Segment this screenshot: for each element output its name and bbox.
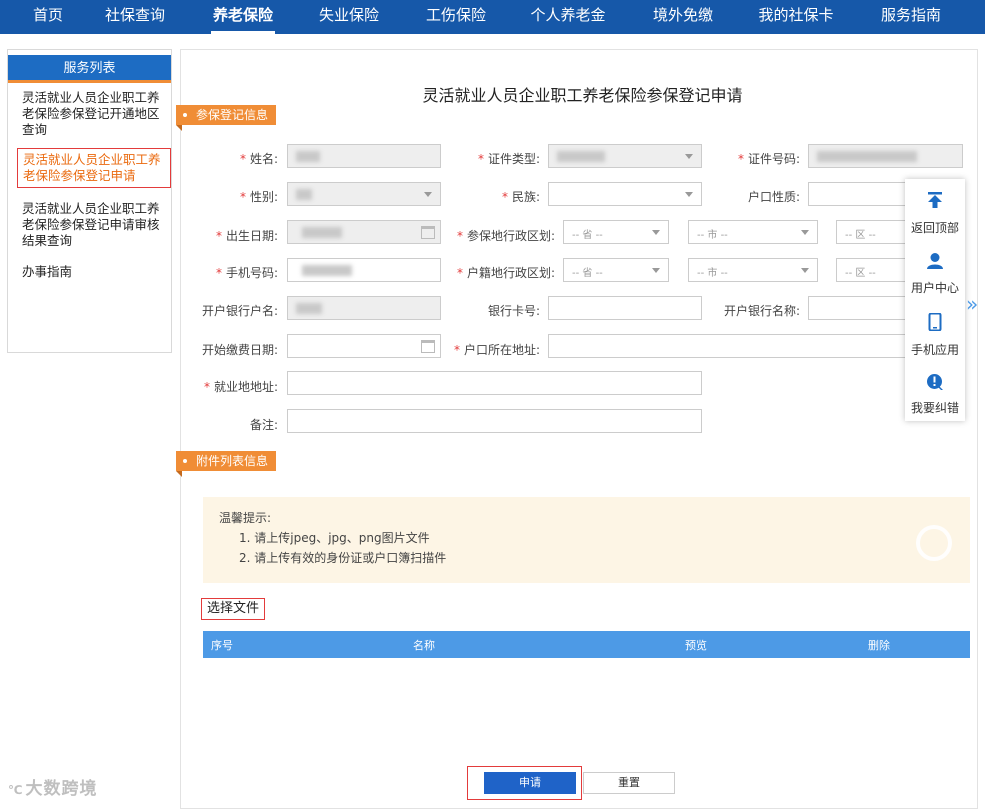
id-number-field[interactable]: [808, 144, 963, 168]
work-address-label: * 就业地地址:: [203, 380, 278, 394]
bank-name-label: 开户银行名称:: [723, 304, 800, 318]
phone-field[interactable]: [287, 258, 441, 282]
bank-card-field[interactable]: [548, 296, 702, 320]
user-icon: [927, 253, 943, 269]
section-label: 附件列表信息: [196, 454, 269, 468]
bank-name-field[interactable]: [808, 296, 908, 320]
hukou-city-select[interactable]: -- 市 --: [688, 258, 818, 282]
sidebar-title: 服务列表: [8, 55, 171, 83]
sidebar-item-guide[interactable]: 办事指南: [22, 264, 162, 280]
col-preview: 预览: [685, 639, 707, 652]
birth-label: * 出生日期:: [215, 229, 278, 243]
page-title: 灵活就业人员企业职工养老保险参保登记申请: [422, 86, 743, 105]
col-delete: 删除: [868, 639, 890, 652]
start-pay-date-field[interactable]: [287, 334, 441, 358]
watermark-logo: ℃ 大数跨境: [8, 779, 98, 799]
hukou-type-label: 户口性质:: [747, 190, 800, 204]
gender-label: * 性别:: [239, 190, 278, 204]
id-number-label: * 证件号码:: [737, 152, 800, 166]
section-label: 参保登记信息: [196, 108, 269, 122]
back-to-top-icon: [928, 192, 942, 208]
choose-file-button[interactable]: 选择文件: [201, 598, 266, 620]
back-to-top-link[interactable]: 返回顶部: [905, 219, 965, 236]
section-registration-info: 参保登记信息: [176, 105, 277, 131]
hukou-region-label: * 户籍地行政区划:: [456, 266, 555, 280]
reset-button[interactable]: 重置: [583, 772, 675, 794]
nav-unemployment[interactable]: 失业保险: [317, 0, 381, 34]
name-label: * 姓名:: [239, 152, 278, 166]
lightbulb-icon: [916, 525, 952, 561]
hukou-address-label: * 户口所在地址:: [453, 343, 540, 357]
mobile-app-link[interactable]: 手机应用: [905, 341, 965, 358]
hukou-district-select[interactable]: -- 区 --: [836, 258, 908, 282]
col-index: 序号: [211, 639, 233, 652]
nav-home[interactable]: 首页: [28, 0, 68, 34]
birth-date-field[interactable]: [287, 220, 441, 244]
bank-card-label: 银行卡号:: [487, 304, 540, 318]
nav-personal-pension[interactable]: 个人养老金: [528, 0, 608, 34]
bank-account-name-label: 开户银行户名:: [201, 304, 278, 318]
remark-field[interactable]: [287, 409, 702, 433]
nav-overseas-exempt[interactable]: 境外免缴: [651, 0, 715, 34]
mobile-icon: [928, 313, 942, 331]
calendar-icon: [421, 226, 435, 239]
nav-pension[interactable]: 养老保险: [211, 0, 275, 34]
tips-title: 温馨提示:: [219, 511, 272, 525]
hukou-type-select[interactable]: [808, 182, 908, 206]
tips-box: 温馨提示: 1. 请上传jpeg、jpg、png图片文件 2. 请上传有效的身份…: [203, 497, 970, 583]
hukou-province-select[interactable]: -- 省 --: [563, 258, 669, 282]
error-report-icon: [927, 374, 943, 390]
tips-line-1: 1. 请上传jpeg、jpg、png图片文件: [239, 531, 430, 545]
insured-city-select[interactable]: -- 市 --: [688, 220, 818, 244]
top-nav: 首页 社保查询 养老保险 失业保险 工伤保险 个人养老金 境外免缴 我的社保卡 …: [0, 0, 985, 34]
remark-label: 备注:: [249, 418, 278, 432]
chevron-right-icon[interactable]: »: [966, 292, 978, 316]
col-name: 名称: [413, 639, 435, 652]
id-type-select[interactable]: [548, 144, 702, 168]
user-center-link[interactable]: 用户中心: [905, 279, 965, 296]
name-field[interactable]: [287, 144, 441, 168]
ethnic-select[interactable]: [548, 182, 702, 206]
nav-social-query[interactable]: 社保查询: [103, 0, 167, 34]
sidebar-item-result-query[interactable]: 灵活就业人员企业职工养老保险参保登记申请审核结果查询: [22, 201, 162, 249]
report-error-link[interactable]: 我要纠错: [905, 399, 965, 416]
apply-button[interactable]: 申请: [484, 772, 576, 794]
sidebar-item-apply[interactable]: 灵活就业人员企业职工养老保险参保登记申请: [17, 148, 171, 188]
start-pay-label: 开始缴费日期:: [201, 343, 278, 357]
bank-account-name-field[interactable]: [287, 296, 441, 320]
hukou-address-field[interactable]: [548, 334, 908, 358]
tips-line-2: 2. 请上传有效的身份证或户口簿扫描件: [239, 551, 447, 565]
insured-province-select[interactable]: -- 省 --: [563, 220, 669, 244]
gender-select[interactable]: [287, 182, 441, 206]
nav-injury[interactable]: 工伤保险: [424, 0, 488, 34]
nav-guide[interactable]: 服务指南: [879, 0, 943, 34]
work-address-field[interactable]: [287, 371, 702, 395]
insured-district-select[interactable]: -- 区 --: [836, 220, 908, 244]
id-type-label: * 证件类型:: [477, 152, 540, 166]
phone-label: * 手机号码:: [215, 266, 278, 280]
attachment-table-header: 序号 名称 预览 删除: [203, 631, 970, 658]
floating-menu: 返回顶部 用户中心 手机应用 我要纠错: [905, 179, 965, 421]
ethnic-label: * 民族:: [501, 190, 540, 204]
insured-region-label: * 参保地行政区划:: [456, 229, 555, 243]
calendar-icon: [421, 340, 435, 353]
nav-my-card[interactable]: 我的社保卡: [756, 0, 836, 34]
section-attachments: 附件列表信息: [176, 451, 277, 477]
